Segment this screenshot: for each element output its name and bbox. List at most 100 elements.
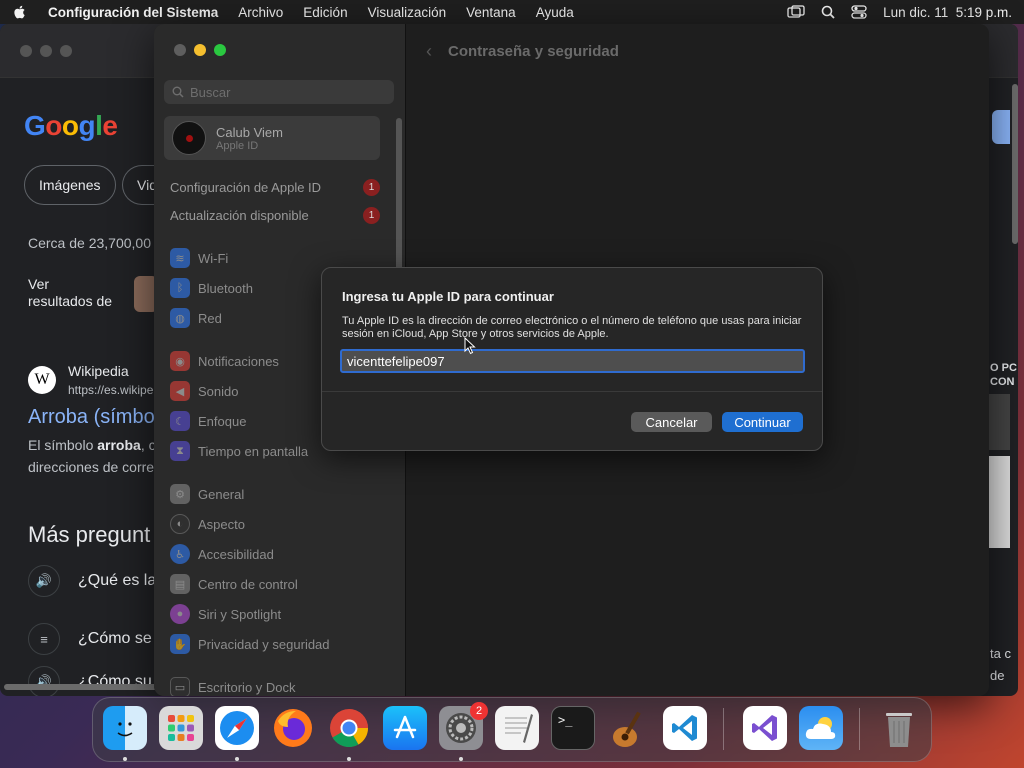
wifi-icon: ≋	[170, 248, 190, 268]
sidebar-item-red[interactable]: ◍ Red	[170, 307, 222, 329]
keyboard-image[interactable]	[988, 394, 1010, 450]
apple-logo-icon[interactable]	[12, 4, 28, 20]
sidebar-item-siri-spotlight[interactable]: ● Siri y Spotlight	[170, 603, 281, 625]
question-row[interactable]: 🔊 ¿Cómo su	[28, 665, 152, 696]
wiki-url[interactable]: https://es.wikipe	[68, 383, 153, 397]
vscode-icon[interactable]	[663, 706, 707, 750]
apple-id-account[interactable]: Calub Viem Apple ID	[164, 116, 380, 160]
edge-text: O PC	[990, 362, 1017, 374]
screen-mirroring-icon[interactable]	[787, 5, 805, 19]
sidebar-scrollbar[interactable]	[396, 118, 402, 278]
sidebar-item-tiempo-pantalla[interactable]: ⧗ Tiempo en pantalla	[170, 440, 308, 462]
sidebar-item-accesibilidad[interactable]: ♿ Accesibilidad	[170, 543, 274, 565]
close-button[interactable]	[174, 44, 186, 56]
hourglass-icon: ⧗	[170, 441, 190, 461]
control-center-icon[interactable]	[851, 5, 867, 19]
more-questions-heading: Más pregunt	[28, 522, 151, 547]
running-indicator	[123, 757, 127, 761]
desktop-icon: ▭	[170, 677, 190, 696]
wiki-site-name[interactable]: Wikipedia	[68, 363, 129, 379]
continue-button[interactable]: Continuar	[722, 412, 803, 432]
dock-separator	[859, 708, 860, 750]
search-field[interactable]: Buscar	[164, 80, 394, 104]
minimize-button[interactable]	[194, 44, 206, 56]
terminal-icon[interactable]: >_	[551, 706, 595, 750]
menu-edicion[interactable]: Edición	[303, 5, 347, 20]
google-logo[interactable]: Google	[24, 110, 118, 142]
speaker-icon: 🔊	[28, 565, 60, 597]
see-results-text[interactable]: Ver resultados de	[28, 276, 112, 310]
sidebar-item-aspecto[interactable]: ◐ Aspecto	[170, 513, 245, 535]
notice-update-available[interactable]: Actualización disponible 1	[170, 207, 380, 224]
accessibility-icon: ♿	[170, 544, 190, 564]
vertical-scrollbar[interactable]	[1012, 84, 1018, 244]
cancel-button[interactable]: Cancelar	[631, 412, 712, 432]
sidebar-item-privacidad[interactable]: ✋ Privacidad y seguridad	[170, 633, 330, 655]
browser-close-button[interactable]	[20, 44, 32, 57]
weather-icon[interactable]	[799, 706, 843, 750]
apple-id-input[interactable]	[340, 349, 805, 373]
sidebar-item-enfoque[interactable]: ☾ Enfoque	[170, 410, 246, 432]
menu-visualizacion[interactable]: Visualización	[368, 5, 447, 20]
sidebar-item-notificaciones[interactable]: ◉ Notificaciones	[170, 350, 279, 372]
launchpad-icon[interactable]	[159, 706, 203, 750]
sidebar-item-centro-control[interactable]: ▤ Centro de control	[170, 573, 298, 595]
sidebar-item-wifi[interactable]: ≋ Wi-Fi	[170, 247, 228, 269]
browser-zoom-button[interactable]	[60, 44, 72, 57]
question-row[interactable]: 🔊 ¿Qué es la	[28, 564, 156, 598]
globe-icon: ◍	[170, 308, 190, 328]
result-snippet: El símbolo arroba, c direcciones de corr…	[28, 437, 156, 475]
menu-ventana[interactable]: Ventana	[466, 5, 516, 20]
bluetooth-icon: ᛒ	[170, 278, 190, 298]
horizontal-scrollbar[interactable]	[4, 684, 164, 690]
trash-icon[interactable]	[877, 706, 921, 750]
sign-in-button[interactable]	[992, 110, 1010, 144]
safari-icon[interactable]	[215, 706, 259, 750]
question-row[interactable]: ≡ ¿Cómo se	[28, 622, 152, 656]
results-count: Cerca de 23,700,00	[28, 235, 151, 251]
dialog-title: Ingresa tu Apple ID para continuar	[342, 289, 554, 304]
chip-images[interactable]: Imágenes	[24, 165, 116, 205]
chrome-icon[interactable]	[327, 706, 371, 750]
result-title[interactable]: Arroba (símbo	[28, 406, 155, 429]
notification-badge: 1	[363, 207, 380, 224]
sidebar-item-general[interactable]: ⚙ General	[170, 483, 244, 505]
menu-archivo[interactable]: Archivo	[238, 5, 283, 20]
edge-text: de	[990, 668, 1005, 683]
sidebar-item-escritorio-dock[interactable]: ▭ Escritorio y Dock	[170, 676, 296, 696]
finder-icon[interactable]	[103, 706, 147, 750]
notification-badge: 1	[363, 179, 380, 196]
dialog-divider	[322, 391, 822, 392]
textedit-icon[interactable]	[495, 706, 539, 750]
firefox-icon[interactable]	[271, 706, 315, 750]
app-store-icon[interactable]	[383, 706, 427, 750]
speaker-icon: 🔊	[28, 666, 60, 696]
menu-ayuda[interactable]: Ayuda	[536, 5, 574, 20]
edge-text: ta c	[990, 646, 1011, 661]
browser-minimize-button[interactable]	[40, 44, 52, 57]
garageband-icon[interactable]	[607, 706, 651, 750]
zoom-button[interactable]	[214, 44, 226, 56]
menu-app-name[interactable]: Configuración del Sistema	[48, 5, 218, 20]
dock-separator	[723, 708, 724, 750]
mouse-cursor-icon	[464, 337, 476, 355]
account-subtitle: Apple ID	[216, 139, 259, 152]
back-chevron-icon[interactable]: ‹	[426, 41, 432, 62]
pane-title: Contraseña y seguridad	[448, 43, 619, 60]
visual-studio-icon[interactable]	[743, 706, 787, 750]
avatar	[172, 121, 206, 155]
wikipedia-icon: W	[28, 366, 56, 394]
menu-bar: Configuración del Sistema Archivo Edició…	[0, 0, 1024, 24]
sidebar-item-bluetooth[interactable]: ᛒ Bluetooth	[170, 277, 253, 299]
sidebar-item-sonido[interactable]: ◀ Sonido	[170, 380, 238, 402]
siri-icon: ●	[170, 604, 190, 624]
product-image[interactable]	[988, 456, 1010, 548]
speaker-icon: ◀	[170, 381, 190, 401]
notice-apple-id-config[interactable]: Configuración de Apple ID 1	[170, 179, 380, 196]
list-icon: ≡	[28, 623, 60, 655]
edge-text: CON	[990, 376, 1015, 388]
search-icon[interactable]	[821, 5, 835, 19]
menu-clock[interactable]: Lun dic. 11 5:19 p.m.	[883, 5, 1012, 20]
gear-icon: ⚙	[170, 484, 190, 504]
bell-icon: ◉	[170, 351, 190, 371]
